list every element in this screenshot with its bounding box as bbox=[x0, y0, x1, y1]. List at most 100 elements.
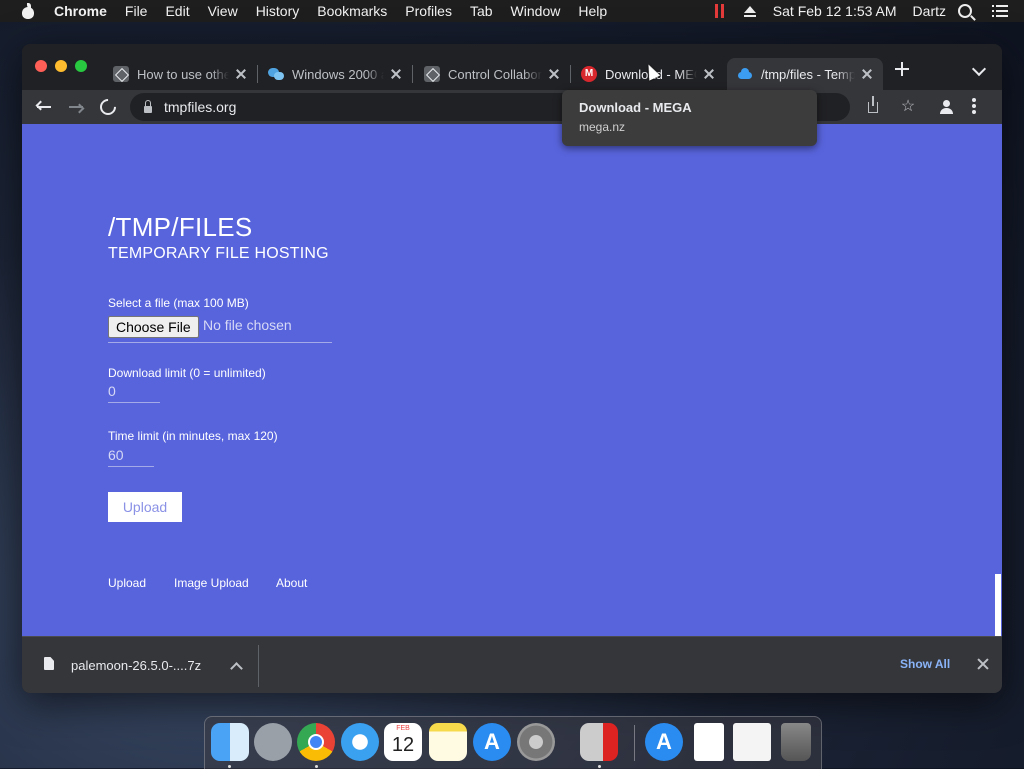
chevron-up-icon[interactable] bbox=[230, 662, 243, 675]
bookmark-star-icon[interactable]: ☆ bbox=[899, 98, 917, 116]
file-icon bbox=[44, 657, 54, 670]
launchpad-icon[interactable] bbox=[254, 723, 292, 761]
hover-card-title: Download - MEGA bbox=[579, 100, 692, 115]
mega-icon: M bbox=[581, 66, 597, 82]
no-file-chosen-text: No file chosen bbox=[203, 317, 292, 333]
tab-title: Control Collabor bbox=[448, 66, 542, 82]
dock: FEB 12 bbox=[204, 716, 822, 769]
app-store-download-icon[interactable] bbox=[645, 723, 683, 761]
cloud-icon bbox=[737, 66, 753, 82]
tab-hover-card: Download - MEGA mega.nz bbox=[562, 90, 817, 146]
chrome-icon[interactable] bbox=[297, 723, 335, 761]
tab-control-collabor[interactable]: Control Collabor bbox=[414, 58, 570, 90]
menu-user[interactable]: Dartz bbox=[913, 3, 946, 19]
menu-history[interactable]: History bbox=[256, 3, 300, 19]
share-icon[interactable] bbox=[868, 96, 878, 113]
trash-icon[interactable] bbox=[781, 723, 811, 761]
close-window-button[interactable] bbox=[35, 60, 47, 72]
footer-link-upload[interactable]: Upload bbox=[108, 576, 146, 590]
tab-search-chevron-icon[interactable] bbox=[971, 61, 987, 77]
menu-view[interactable]: View bbox=[208, 3, 238, 19]
time-limit-label: Time limit (in minutes, max 120) bbox=[108, 429, 278, 443]
site-title: /TMP/FILES bbox=[108, 212, 253, 242]
calendar-month: FEB bbox=[396, 725, 410, 732]
tab-separator bbox=[412, 65, 413, 83]
back-button[interactable] bbox=[34, 97, 54, 117]
file-input[interactable]: Choose File No file chosen bbox=[108, 316, 332, 343]
download-separator bbox=[258, 645, 259, 687]
tab-strip: How to use other Windows 2000 a Control … bbox=[22, 44, 1002, 90]
file-label: Select a file (max 100 MB) bbox=[108, 296, 249, 310]
notes-icon[interactable] bbox=[429, 723, 467, 761]
close-icon[interactable] bbox=[976, 657, 990, 671]
choose-file-button[interactable]: Choose File bbox=[108, 316, 199, 338]
zoom-window-button[interactable] bbox=[75, 60, 87, 72]
menu-bookmarks[interactable]: Bookmarks bbox=[317, 3, 387, 19]
app-store-icon[interactable] bbox=[473, 723, 511, 761]
chrome-menu-icon[interactable] bbox=[972, 98, 976, 116]
notification-center-icon[interactable] bbox=[992, 5, 1008, 17]
upload-button[interactable]: Upload bbox=[108, 492, 182, 522]
menu-bar: Chrome File Edit View History Bookmarks … bbox=[0, 0, 1024, 22]
tab-tmpfiles[interactable]: /tmp/files - Temp bbox=[727, 58, 883, 90]
calendar-icon[interactable]: FEB 12 bbox=[384, 723, 422, 761]
url-text[interactable]: tmpfiles.org bbox=[164, 99, 236, 115]
safari-icon[interactable] bbox=[341, 723, 379, 761]
download-filename[interactable]: palemoon-26.5.0-....7z bbox=[71, 658, 201, 673]
forward-button[interactable] bbox=[66, 97, 86, 117]
browser-toolbar: tmpfiles.org ☆ bbox=[22, 90, 1002, 124]
close-tab-icon[interactable] bbox=[546, 66, 562, 82]
reload-button[interactable] bbox=[96, 95, 120, 119]
menu-clock[interactable]: Sat Feb 12 1:53 AM bbox=[773, 3, 897, 19]
parallels-status-icon[interactable] bbox=[714, 4, 724, 18]
reload-icon bbox=[96, 95, 120, 119]
document-icon[interactable] bbox=[694, 723, 724, 761]
menu-help[interactable]: Help bbox=[578, 3, 607, 19]
download-shelf: palemoon-26.5.0-....7z Show All bbox=[22, 636, 1002, 693]
site-subtitle: TEMPORARY FILE HOSTING bbox=[108, 245, 329, 262]
apple-menu-icon[interactable] bbox=[21, 3, 35, 19]
footer-link-image-upload[interactable]: Image Upload bbox=[174, 576, 249, 590]
tab-windows-2000[interactable]: Windows 2000 a bbox=[258, 58, 412, 90]
profile-icon[interactable] bbox=[938, 98, 956, 116]
menu-edit[interactable]: Edit bbox=[165, 3, 189, 19]
footer-link-about[interactable]: About bbox=[276, 576, 307, 590]
time-limit-input[interactable]: 60 bbox=[108, 444, 154, 467]
spotlight-search-icon[interactable] bbox=[958, 4, 972, 18]
calendar-day: 12 bbox=[391, 734, 415, 756]
menu-window[interactable]: Window bbox=[511, 3, 561, 19]
close-tab-icon[interactable] bbox=[859, 66, 875, 82]
menu-file[interactable]: File bbox=[125, 3, 148, 19]
close-tab-icon[interactable] bbox=[701, 66, 717, 82]
show-all-button[interactable]: Show All bbox=[900, 657, 950, 671]
eject-icon[interactable] bbox=[743, 5, 756, 17]
menu-profiles[interactable]: Profiles bbox=[405, 3, 452, 19]
page-content: /TMP/FILES TEMPORARY FILE HOSTING Select… bbox=[22, 124, 1002, 636]
hover-card-url: mega.nz bbox=[579, 120, 626, 134]
menu-tab[interactable]: Tab bbox=[470, 3, 493, 19]
scrollbar-thumb[interactable] bbox=[995, 574, 1001, 636]
tab-how-to-use[interactable]: How to use other bbox=[103, 58, 257, 90]
finder-icon[interactable] bbox=[211, 723, 249, 761]
chat-icon bbox=[268, 66, 284, 82]
tab-title: Windows 2000 a bbox=[292, 66, 384, 82]
puzzle-icon bbox=[424, 66, 440, 82]
browser-window: How to use other Windows 2000 a Control … bbox=[22, 44, 1002, 693]
download-limit-input[interactable]: 0 bbox=[108, 380, 160, 403]
puzzle-icon bbox=[113, 66, 129, 82]
minimize-window-button[interactable] bbox=[55, 60, 67, 72]
download-limit-label: Download limit (0 = unlimited) bbox=[108, 366, 266, 380]
parallels-icon[interactable] bbox=[580, 723, 618, 761]
scrollbar[interactable] bbox=[994, 124, 1002, 636]
back-arrow-icon bbox=[37, 106, 51, 108]
system-preferences-icon[interactable] bbox=[517, 723, 555, 761]
close-tab-icon[interactable] bbox=[388, 66, 404, 82]
close-tab-icon[interactable] bbox=[233, 66, 249, 82]
menu-app-name[interactable]: Chrome bbox=[54, 3, 107, 19]
dock-separator bbox=[634, 725, 635, 761]
forward-arrow-icon bbox=[69, 106, 83, 108]
new-tab-icon[interactable] bbox=[894, 61, 910, 77]
tab-title: /tmp/files - Temp bbox=[761, 66, 855, 82]
preview-icon[interactable] bbox=[733, 723, 771, 761]
lock-icon[interactable] bbox=[144, 99, 152, 113]
